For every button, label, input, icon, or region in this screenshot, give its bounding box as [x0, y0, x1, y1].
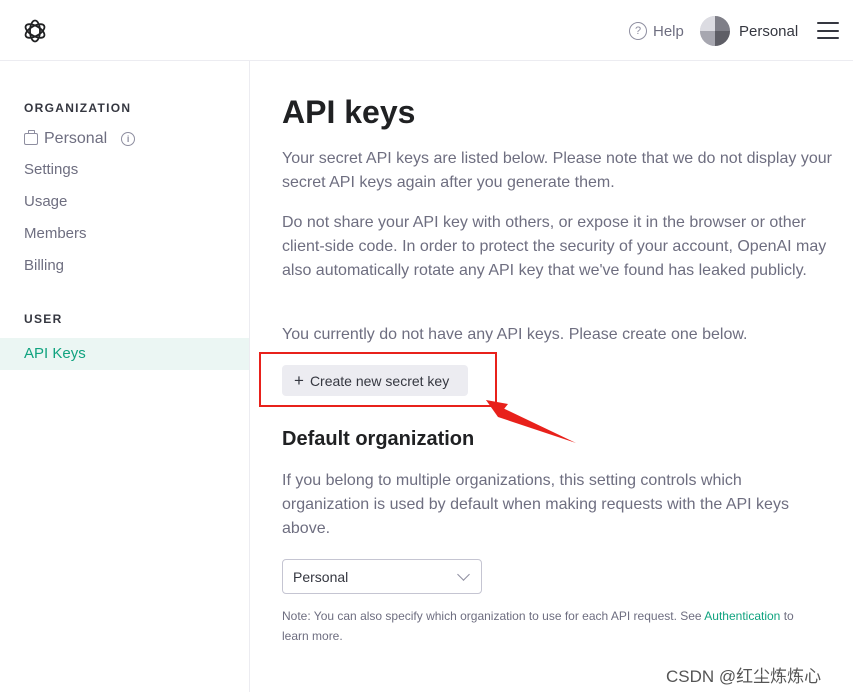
watermark-text: CSDN @红尘炼炼心 — [666, 662, 821, 687]
authentication-link[interactable]: Authentication — [704, 609, 780, 623]
default-organization-description: If you belong to multiple organizations,… — [282, 469, 832, 541]
note-prefix: Note: You can also specify which organiz… — [282, 609, 702, 623]
note-text: Note: You can also specify which organiz… — [282, 606, 802, 646]
default-organization-heading: Default organization — [282, 428, 474, 451]
select-value: Personal — [293, 569, 348, 585]
default-organization-select[interactable]: Personal — [282, 559, 482, 594]
chevron-down-icon — [457, 568, 470, 581]
